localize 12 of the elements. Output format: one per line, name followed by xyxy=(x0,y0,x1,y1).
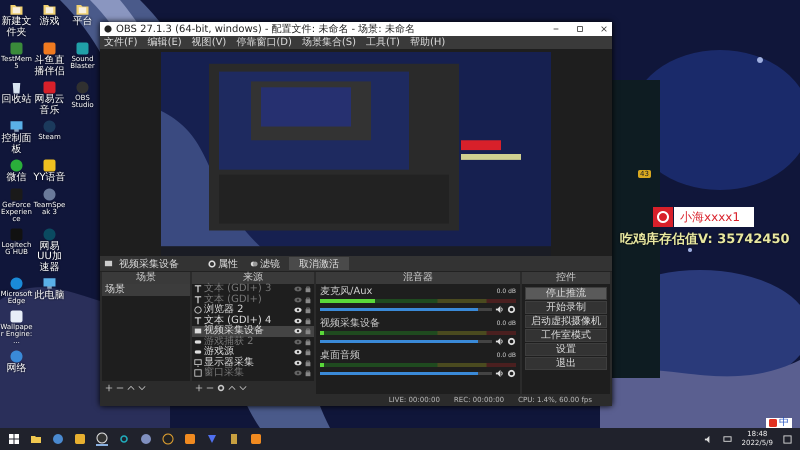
app-icon[interactable] xyxy=(184,433,196,445)
app-icon[interactable] xyxy=(140,433,152,445)
app-icon[interactable] xyxy=(228,433,240,445)
folder-icon[interactable] xyxy=(30,433,42,445)
app-icon[interactable] xyxy=(250,433,262,445)
app-icon[interactable] xyxy=(118,433,130,445)
app-icon[interactable] xyxy=(96,432,108,446)
app-icon[interactable] xyxy=(162,433,174,445)
windows-logo-icon[interactable] xyxy=(8,433,20,445)
app-icon[interactable] xyxy=(74,433,86,445)
notification-icon[interactable] xyxy=(783,434,792,444)
network-icon[interactable] xyxy=(722,434,732,444)
